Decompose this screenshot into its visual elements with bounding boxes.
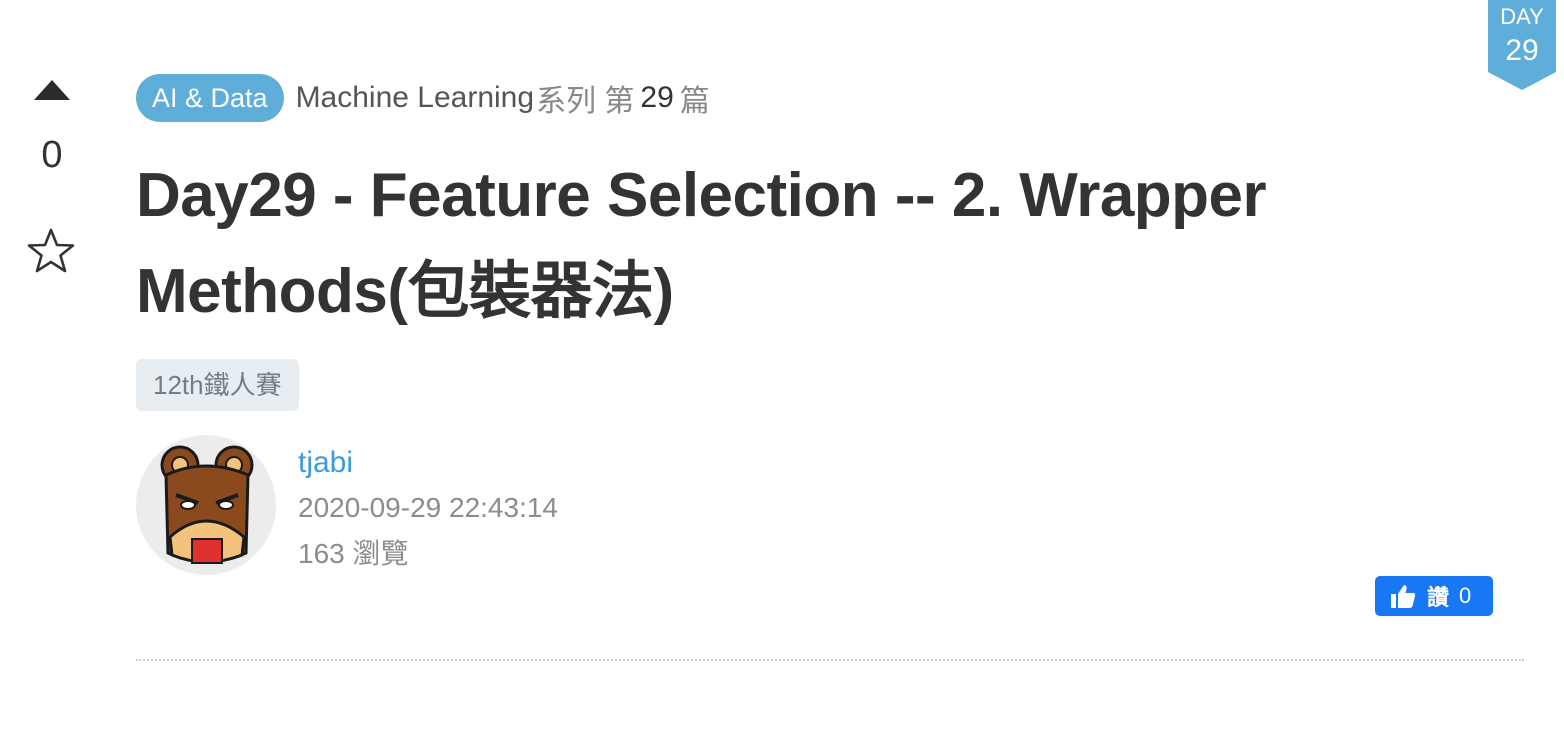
series-suffix: 系列 第 [536,85,635,118]
divider [136,659,1524,661]
ribbon-day-number: 29 [1505,34,1539,67]
series-line: AI & Data Machine Learning 系列 第 29 篇 [136,74,710,122]
day-ribbon: DAY 29 [1488,0,1556,90]
series-link[interactable]: Machine Learning [296,81,535,115]
avatar[interactable] [136,435,276,575]
author-name-link[interactable]: tjabi [298,446,353,480]
article-title: Day29 - Feature Selection -- 2. Wrapper … [136,161,1267,326]
series-number: 29 [640,81,674,114]
thumbs-up-icon [1391,585,1416,608]
upvote-button[interactable] [34,80,70,100]
view-count: 163 瀏覽 [298,538,409,569]
bear-avatar-icon [160,445,254,564]
category-badge[interactable]: AI & Data [136,74,284,122]
like-count: 0 [1459,583,1472,608]
vote-count: 0 [41,134,63,176]
ribbon-day-label: DAY [1500,4,1544,29]
series-end: 篇 [679,85,710,118]
tag-chip[interactable]: 12th鐵人賽 [136,359,299,411]
star-icon[interactable] [26,226,76,276]
like-label: 讚 [1427,585,1450,610]
facebook-like-button[interactable]: 讚 0 [1375,576,1493,616]
post-timestamp: 2020-09-29 22:43:14 [298,492,558,523]
